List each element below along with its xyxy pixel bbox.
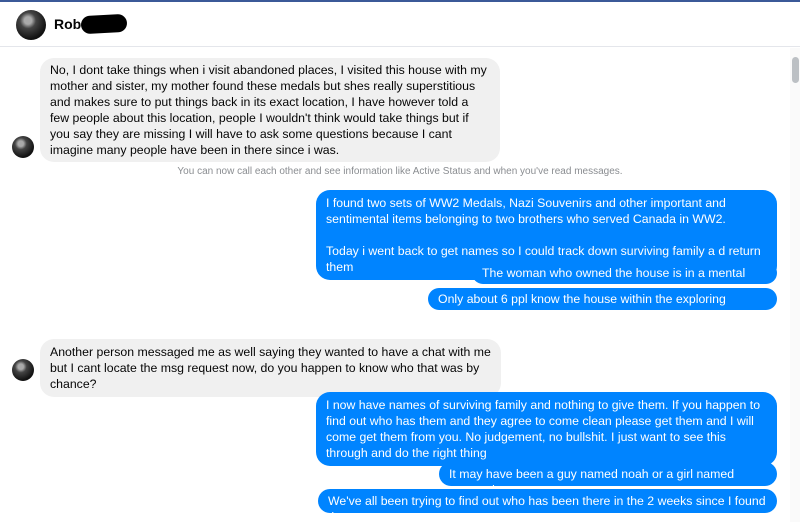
scrollbar-thumb[interactable]	[792, 57, 799, 83]
sender-avatar[interactable]	[12, 359, 34, 381]
scrollbar-track[interactable]	[790, 48, 800, 522]
redaction-mark	[80, 13, 128, 35]
outgoing-message: I now have names of surviving family and…	[316, 392, 777, 466]
sender-avatar[interactable]	[12, 136, 34, 158]
incoming-message: No, I dont take things when i visit aban…	[40, 58, 500, 162]
conversation-header: Rob	[0, 2, 800, 47]
contact-avatar[interactable]	[16, 10, 46, 40]
conversation-notice: You can now call each other and see info…	[177, 166, 623, 177]
incoming-message: Another person messaged me as well sayin…	[40, 339, 501, 397]
outgoing-message: We've all been trying to find out who ha…	[318, 489, 777, 524]
outgoing-message: Only about 6 ppl know the house within t…	[428, 288, 777, 322]
outgoing-message: The woman who owned the house is in a me…	[472, 262, 777, 296]
outgoing-message: It may have been a guy named noah or a g…	[439, 462, 777, 497]
contact-name[interactable]: Rob	[54, 16, 81, 32]
